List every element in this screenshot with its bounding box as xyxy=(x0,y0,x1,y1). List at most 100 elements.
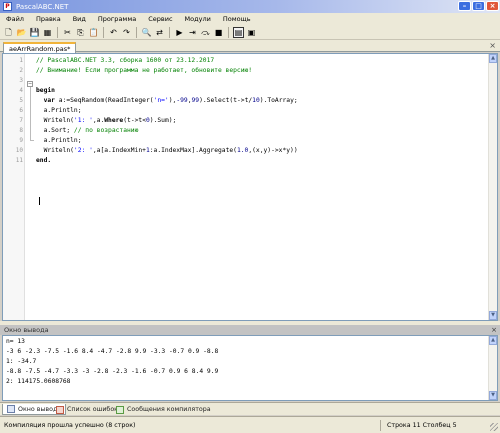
tab-compiler-messages[interactable]: Сообщения компилятора xyxy=(112,404,215,415)
code-line[interactable]: Writeln('2: ',a[a.IndexMin+1:a.IndexMax]… xyxy=(36,147,298,154)
output-line: 1: -34.7 xyxy=(6,358,37,365)
output-scroll-down-icon[interactable]: ▼ xyxy=(489,391,497,400)
code-line[interactable]: // PascalABC.NET 3.3, сборка 1600 от 23.… xyxy=(36,57,214,64)
window-controls: – □ × xyxy=(458,1,499,11)
line-number: 9 xyxy=(19,137,23,144)
code-token: ).Select(t->t/ xyxy=(199,97,253,104)
resize-grip-icon[interactable] xyxy=(490,423,498,431)
line-indicator: Строка 11 xyxy=(387,422,421,429)
output-window-tab-icon xyxy=(7,405,15,413)
code-token: a.Println; xyxy=(36,137,82,144)
menu-view[interactable]: Вид xyxy=(73,15,86,23)
line-number: 8 xyxy=(19,127,23,134)
step-into-icon[interactable]: ⇥ xyxy=(187,27,198,38)
menu-modules[interactable]: Модули xyxy=(185,15,211,23)
code-line[interactable]: var a:=SeqRandom(ReadInteger('n='),-99,9… xyxy=(36,97,298,104)
tab-label: Сообщения компилятора xyxy=(127,406,211,413)
redo-icon[interactable]: ↷ xyxy=(121,27,132,38)
code-token: ,a. xyxy=(92,117,105,124)
output-line: -3 6 -2.3 -7.5 -1.6 8.4 -4.7 -2.8 9.9 -3… xyxy=(6,348,219,355)
scroll-down-icon[interactable]: ▼ xyxy=(489,311,497,320)
line-number: 1 xyxy=(19,57,23,64)
code-token: a.Println; xyxy=(36,107,82,114)
error-list-icon xyxy=(56,405,64,414)
tab-aearrrandom[interactable]: aeArrRandom.pas* xyxy=(3,42,77,53)
code-token: a:=SeqRandom(ReadInteger( xyxy=(54,97,154,104)
minimize-button[interactable]: – xyxy=(458,1,471,11)
code-line[interactable]: // Внимание! Если программа не работает,… xyxy=(36,67,252,74)
output-vertical-scrollbar[interactable]: ▲ ▼ xyxy=(488,336,497,400)
find-icon[interactable]: 🔍 xyxy=(141,27,152,38)
code-token: end. xyxy=(36,157,52,164)
code-token: 10 xyxy=(252,97,260,104)
open-file-icon[interactable]: 📂 xyxy=(16,27,27,38)
output-line: n= 13 xyxy=(6,338,25,345)
cut-icon[interactable]: ✂ xyxy=(62,27,73,38)
title-bar: P PascalABC.NET – □ × xyxy=(0,0,500,13)
column-indicator: Столбец 5 xyxy=(422,422,457,429)
file-tab-label: aeArrRandom.pas* xyxy=(9,44,71,53)
window-title: PascalABC.NET xyxy=(16,2,69,11)
editor-vertical-scrollbar[interactable]: ▲ ▼ xyxy=(488,54,497,320)
menu-help[interactable]: Помощь xyxy=(223,15,251,23)
code-line[interactable]: end. xyxy=(36,157,51,164)
output-line: 2: 114175.0608768 xyxy=(6,378,71,385)
text-cursor xyxy=(39,197,40,205)
form-designer-icon[interactable]: ▣ xyxy=(246,27,257,38)
code-token: ,(x,y)->x*y)) xyxy=(248,147,298,154)
menu-program[interactable]: Программа xyxy=(98,15,136,23)
menu-file[interactable]: Файл xyxy=(6,15,24,23)
output-line: -8.8 -7.5 -4.7 -3.3 -3 -2.8 -2.3 -1.6 -0… xyxy=(6,368,219,375)
toolbar-separator xyxy=(57,26,58,38)
line-number: 3 xyxy=(19,77,23,84)
save-icon[interactable]: 💾 xyxy=(29,27,40,38)
status-message: Компиляция прошла успешно (8 строк) xyxy=(4,422,136,429)
run-icon[interactable]: ▶ xyxy=(174,27,185,38)
close-button[interactable]: × xyxy=(486,1,499,11)
code-token: '1: ' xyxy=(73,117,93,124)
status-bar: Компиляция прошла успешно (8 строк) Стро… xyxy=(0,416,500,433)
replace-icon[interactable]: ⇄ xyxy=(154,27,165,38)
toolbar-separator xyxy=(136,26,137,38)
cursor-position: Строка 11 Столбец 5 xyxy=(387,422,457,429)
code-line[interactable]: a.Println; xyxy=(36,137,82,144)
fold-guide xyxy=(30,87,31,140)
undo-icon[interactable]: ↶ xyxy=(108,27,119,38)
step-over-icon[interactable]: ⤼ xyxy=(200,27,211,38)
code-token: ,a[a.IndexMin+ xyxy=(92,147,146,154)
output-pane-title: Окно вывода xyxy=(4,326,49,334)
code-token: :a.IndexMax].Aggregate( xyxy=(149,147,237,154)
code-token: (t->t< xyxy=(123,117,146,124)
close-output-icon[interactable]: × xyxy=(491,325,497,335)
toolbar: 🗋 📂 💾 ▦ ✂ ⎘ 📋 ↶ ↷ 🔍 ⇄ ▶ ⇥ ⤼ ■ ▤ ▣ xyxy=(0,25,500,40)
line-number: 2 xyxy=(19,67,23,74)
code-line[interactable]: begin xyxy=(36,87,55,94)
save-all-icon[interactable]: ▦ xyxy=(42,27,53,38)
code-token: ).Sum); xyxy=(149,117,177,124)
scroll-up-icon[interactable]: ▲ xyxy=(489,54,497,63)
maximize-button[interactable]: □ xyxy=(472,1,485,11)
app-icon: P xyxy=(3,2,12,11)
toolbar-separator xyxy=(228,26,229,38)
paste-icon[interactable]: 📋 xyxy=(88,27,99,38)
code-line[interactable]: a.Println; xyxy=(36,107,82,114)
line-number: 5 xyxy=(19,97,23,104)
new-file-icon[interactable]: 🗋 xyxy=(3,27,14,38)
output-window-icon[interactable]: ▤ xyxy=(233,26,244,38)
output-scroll-up-icon[interactable]: ▲ xyxy=(489,336,497,345)
close-tab-icon[interactable]: × xyxy=(489,41,496,50)
code-token: // Внимание! Если программа не работает,… xyxy=(36,67,253,74)
code-editor[interactable]: 1 2 3 4 5 6 7 8 9 10 11 − // PascalABC.NET 3.3, сб… xyxy=(2,53,498,321)
code-token: 99 xyxy=(191,97,200,104)
menu-edit[interactable]: Правка xyxy=(36,15,61,23)
copy-icon[interactable]: ⎘ xyxy=(75,27,86,38)
code-line[interactable]: Writeln('1: ',a.Where(t->t<0).Sum); xyxy=(36,117,177,124)
menu-service[interactable]: Сервис xyxy=(148,15,172,23)
code-token: // по возрастанию xyxy=(73,127,139,134)
code-token: '2: ' xyxy=(73,147,93,154)
code-line[interactable]: a.Sort; // по возрастанию xyxy=(36,127,139,134)
output-window[interactable]: ▲ ▼ n= 13 -3 6 -2.3 -7.5 -1.6 8.4 -4.7 -2… xyxy=(2,335,498,401)
stop-icon[interactable]: ■ xyxy=(213,27,224,38)
code-token: a.Sort; xyxy=(36,127,74,134)
